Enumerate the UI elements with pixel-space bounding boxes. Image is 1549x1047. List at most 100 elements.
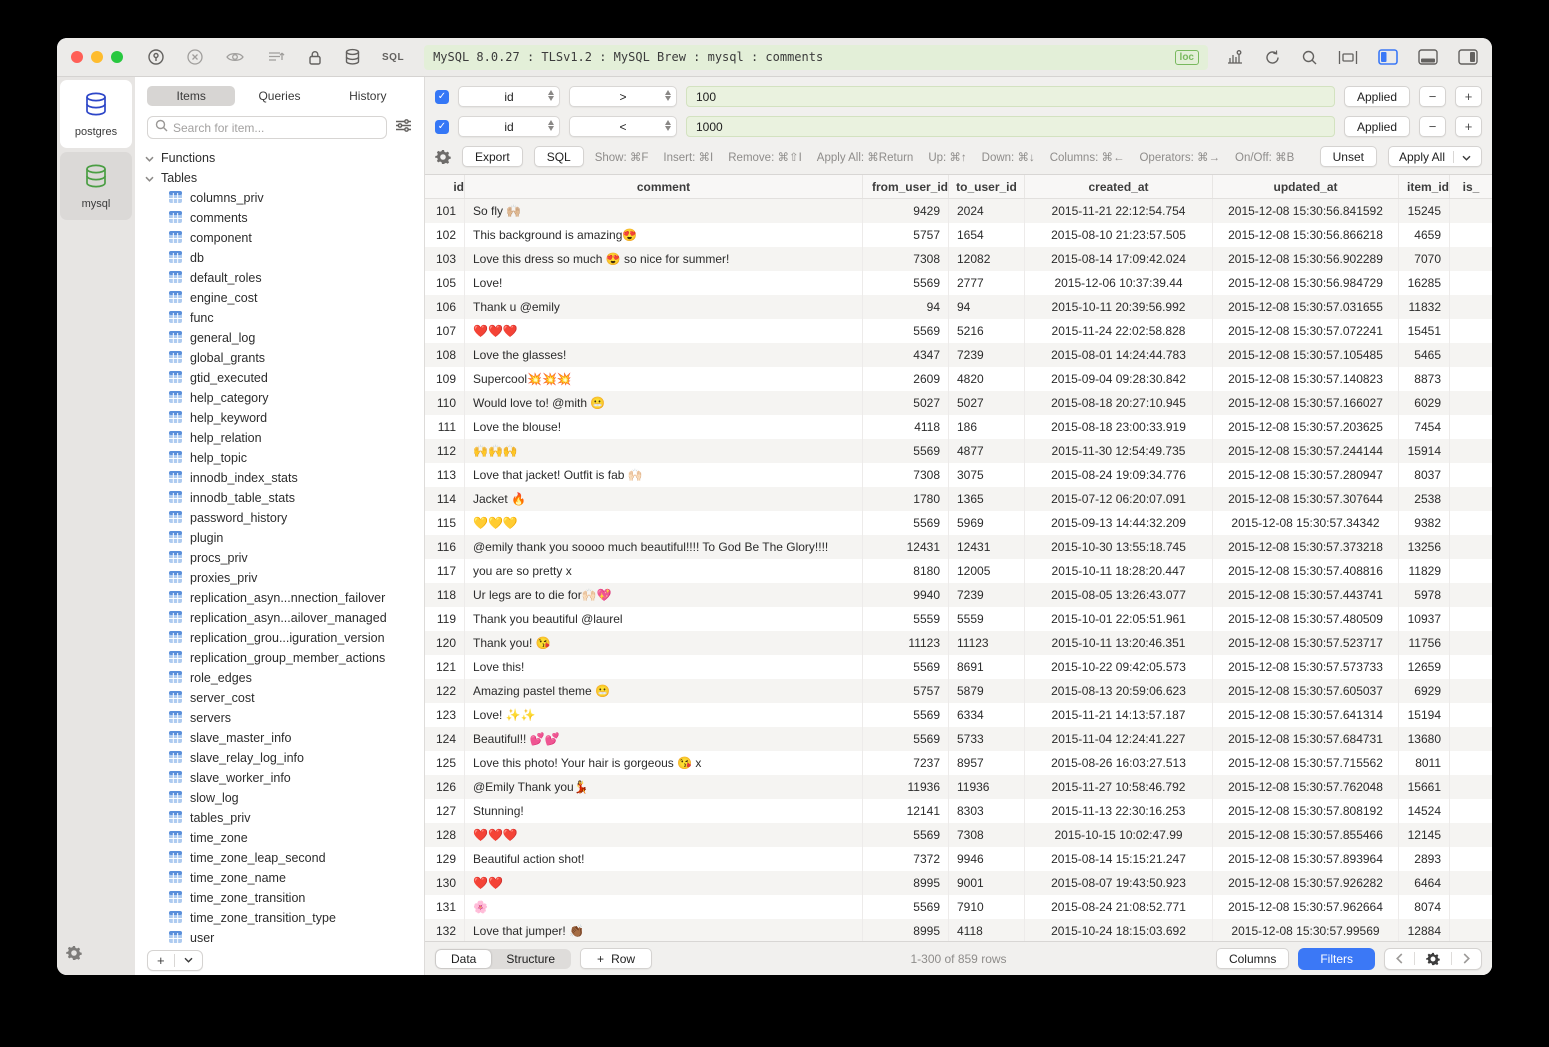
apply-all-button[interactable]: Apply All xyxy=(1388,146,1482,167)
cell-updated-at[interactable]: 2015-12-08 15:30:57.573733 xyxy=(1213,655,1399,679)
cell-comment[interactable]: 💛💛💛 xyxy=(465,511,863,535)
cell-item-id[interactable]: 16285 xyxy=(1399,271,1450,295)
cell-updated-at[interactable]: 2015-12-08 15:30:57.072241 xyxy=(1213,319,1399,343)
cell-id[interactable]: 106 xyxy=(425,295,465,319)
cell-comment[interactable]: Beautiful action shot! xyxy=(465,847,863,871)
add-filter-button[interactable]: + xyxy=(1455,86,1482,107)
tab-history[interactable]: History xyxy=(324,86,412,106)
filter-operator-select[interactable]: < xyxy=(569,116,677,137)
cell-from-user-id[interactable]: 5569 xyxy=(863,271,949,295)
next-page-icon[interactable] xyxy=(1452,949,1481,969)
cell-comment[interactable]: Supercool💥💥💥 xyxy=(465,367,863,391)
cell-id[interactable]: 130 xyxy=(425,871,465,895)
toggle-bottom-panel-icon[interactable] xyxy=(1418,49,1438,65)
cell-comment[interactable]: Amazing pastel theme 😬 xyxy=(465,679,863,703)
tab-queries[interactable]: Queries xyxy=(235,86,323,106)
cell-id[interactable]: 126 xyxy=(425,775,465,799)
cell-id[interactable]: 102 xyxy=(425,223,465,247)
settings-gear-icon[interactable] xyxy=(66,945,82,966)
sidebar-table-item[interactable]: columns_priv xyxy=(145,188,424,208)
cell-updated-at[interactable]: 2015-12-08 15:30:57.762048 xyxy=(1213,775,1399,799)
cell-from-user-id[interactable]: 5569 xyxy=(863,511,949,535)
sidebar-table-item[interactable]: help_topic xyxy=(145,448,424,468)
filter-value-input[interactable] xyxy=(686,86,1335,107)
sidebar-table-item[interactable]: help_keyword xyxy=(145,408,424,428)
cell-id[interactable]: 111 xyxy=(425,415,465,439)
cell-is[interactable] xyxy=(1450,727,1492,751)
cell-id[interactable]: 108 xyxy=(425,343,465,367)
cell-id[interactable]: 112 xyxy=(425,439,465,463)
cell-id[interactable]: 125 xyxy=(425,751,465,775)
cell-to-user-id[interactable]: 94 xyxy=(949,295,1025,319)
cell-comment[interactable]: ❤️❤️ xyxy=(465,871,863,895)
cell-from-user-id[interactable]: 5559 xyxy=(863,607,949,631)
lock-icon[interactable] xyxy=(307,49,323,66)
sidebar-table-item[interactable]: help_relation xyxy=(145,428,424,448)
sidebar-table-item[interactable]: proxies_priv xyxy=(145,568,424,588)
cell-from-user-id[interactable]: 5757 xyxy=(863,679,949,703)
cell-to-user-id[interactable]: 8691 xyxy=(949,655,1025,679)
processes-icon[interactable] xyxy=(1226,49,1244,65)
cell-to-user-id[interactable]: 12082 xyxy=(949,247,1025,271)
cell-to-user-id[interactable]: 1365 xyxy=(949,487,1025,511)
filter-enabled-checkbox[interactable]: ✓ xyxy=(435,120,449,134)
cell-from-user-id[interactable]: 1780 xyxy=(863,487,949,511)
cell-id[interactable]: 110 xyxy=(425,391,465,415)
cell-is[interactable] xyxy=(1450,535,1492,559)
sidebar-table-item[interactable]: replication_grou...iguration_version xyxy=(145,628,424,648)
cell-item-id[interactable]: 11832 xyxy=(1399,295,1450,319)
sidebar-table-item[interactable]: innodb_table_stats xyxy=(145,488,424,508)
cell-from-user-id[interactable]: 5569 xyxy=(863,319,949,343)
cell-to-user-id[interactable]: 3075 xyxy=(949,463,1025,487)
cell-item-id[interactable]: 7070 xyxy=(1399,247,1450,271)
unset-button[interactable]: Unset xyxy=(1320,146,1377,167)
cell-updated-at[interactable]: 2015-12-08 15:30:57.715562 xyxy=(1213,751,1399,775)
cell-to-user-id[interactable]: 8957 xyxy=(949,751,1025,775)
cell-is[interactable] xyxy=(1450,799,1492,823)
cell-comment[interactable]: @emily thank you soooo much beautiful!!!… xyxy=(465,535,863,559)
sidebar-search-input[interactable] xyxy=(173,121,379,135)
cell-updated-at[interactable]: 2015-12-08 15:30:56.984729 xyxy=(1213,271,1399,295)
cell-updated-at[interactable]: 2015-12-08 15:30:56.902289 xyxy=(1213,247,1399,271)
cell-item-id[interactable]: 2893 xyxy=(1399,847,1450,871)
sidebar-table-item[interactable]: slave_relay_log_info xyxy=(145,748,424,768)
cell-from-user-id[interactable]: 12431 xyxy=(863,535,949,559)
cell-comment[interactable]: This background is amazing😍 xyxy=(465,223,863,247)
sidebar-table-item[interactable]: time_zone_transition xyxy=(145,888,424,908)
sidebar-table-item[interactable]: procs_priv xyxy=(145,548,424,568)
cell-item-id[interactable]: 10937 xyxy=(1399,607,1450,631)
cell-updated-at[interactable]: 2015-12-08 15:30:56.841592 xyxy=(1213,199,1399,223)
cell-updated-at[interactable]: 2015-12-08 15:30:57.480509 xyxy=(1213,607,1399,631)
tab-items[interactable]: Items xyxy=(147,86,235,106)
cell-comment[interactable]: ❤️❤️❤️ xyxy=(465,319,863,343)
cell-item-id[interactable]: 8074 xyxy=(1399,895,1450,919)
filter-enabled-checkbox[interactable]: ✓ xyxy=(435,90,449,104)
sidebar-table-item[interactable]: replication_asyn...nnection_failover xyxy=(145,588,424,608)
cell-to-user-id[interactable]: 186 xyxy=(949,415,1025,439)
cell-comment[interactable]: Jacket 🔥 xyxy=(465,487,863,511)
cell-id[interactable]: 123 xyxy=(425,703,465,727)
cell-from-user-id[interactable]: 5569 xyxy=(863,823,949,847)
filter-applied-button[interactable]: Applied xyxy=(1344,116,1410,137)
cell-created-at[interactable]: 2015-09-13 14:44:32.209 xyxy=(1025,511,1213,535)
minimize-window-button[interactable] xyxy=(91,51,103,63)
reload-icon[interactable] xyxy=(1264,49,1281,66)
cell-from-user-id[interactable]: 5569 xyxy=(863,655,949,679)
cell-from-user-id[interactable]: 11123 xyxy=(863,631,949,655)
cell-created-at[interactable]: 2015-10-01 22:05:51.961 xyxy=(1025,607,1213,631)
cell-comment[interactable]: Love this photo! Your hair is gorgeous 😘… xyxy=(465,751,863,775)
column-header-is[interactable]: is_ xyxy=(1450,175,1492,198)
connection-icon[interactable] xyxy=(147,48,165,66)
cell-from-user-id[interactable]: 9429 xyxy=(863,199,949,223)
filter-settings-gear-icon[interactable] xyxy=(435,149,451,165)
cell-to-user-id[interactable]: 9946 xyxy=(949,847,1025,871)
cell-updated-at[interactable]: 2015-12-08 15:30:57.523717 xyxy=(1213,631,1399,655)
cell-created-at[interactable]: 2015-10-11 13:20:46.351 xyxy=(1025,631,1213,655)
cell-from-user-id[interactable]: 94 xyxy=(863,295,949,319)
tree-group-tables[interactable]: Tables xyxy=(145,168,424,188)
cell-comment[interactable]: Thank you! 😘 xyxy=(465,631,863,655)
cell-from-user-id[interactable]: 7237 xyxy=(863,751,949,775)
cell-comment[interactable]: Thank u @emily xyxy=(465,295,863,319)
cell-created-at[interactable]: 2015-11-30 12:54:49.735 xyxy=(1025,439,1213,463)
page-settings-gear-icon[interactable] xyxy=(1415,949,1451,969)
